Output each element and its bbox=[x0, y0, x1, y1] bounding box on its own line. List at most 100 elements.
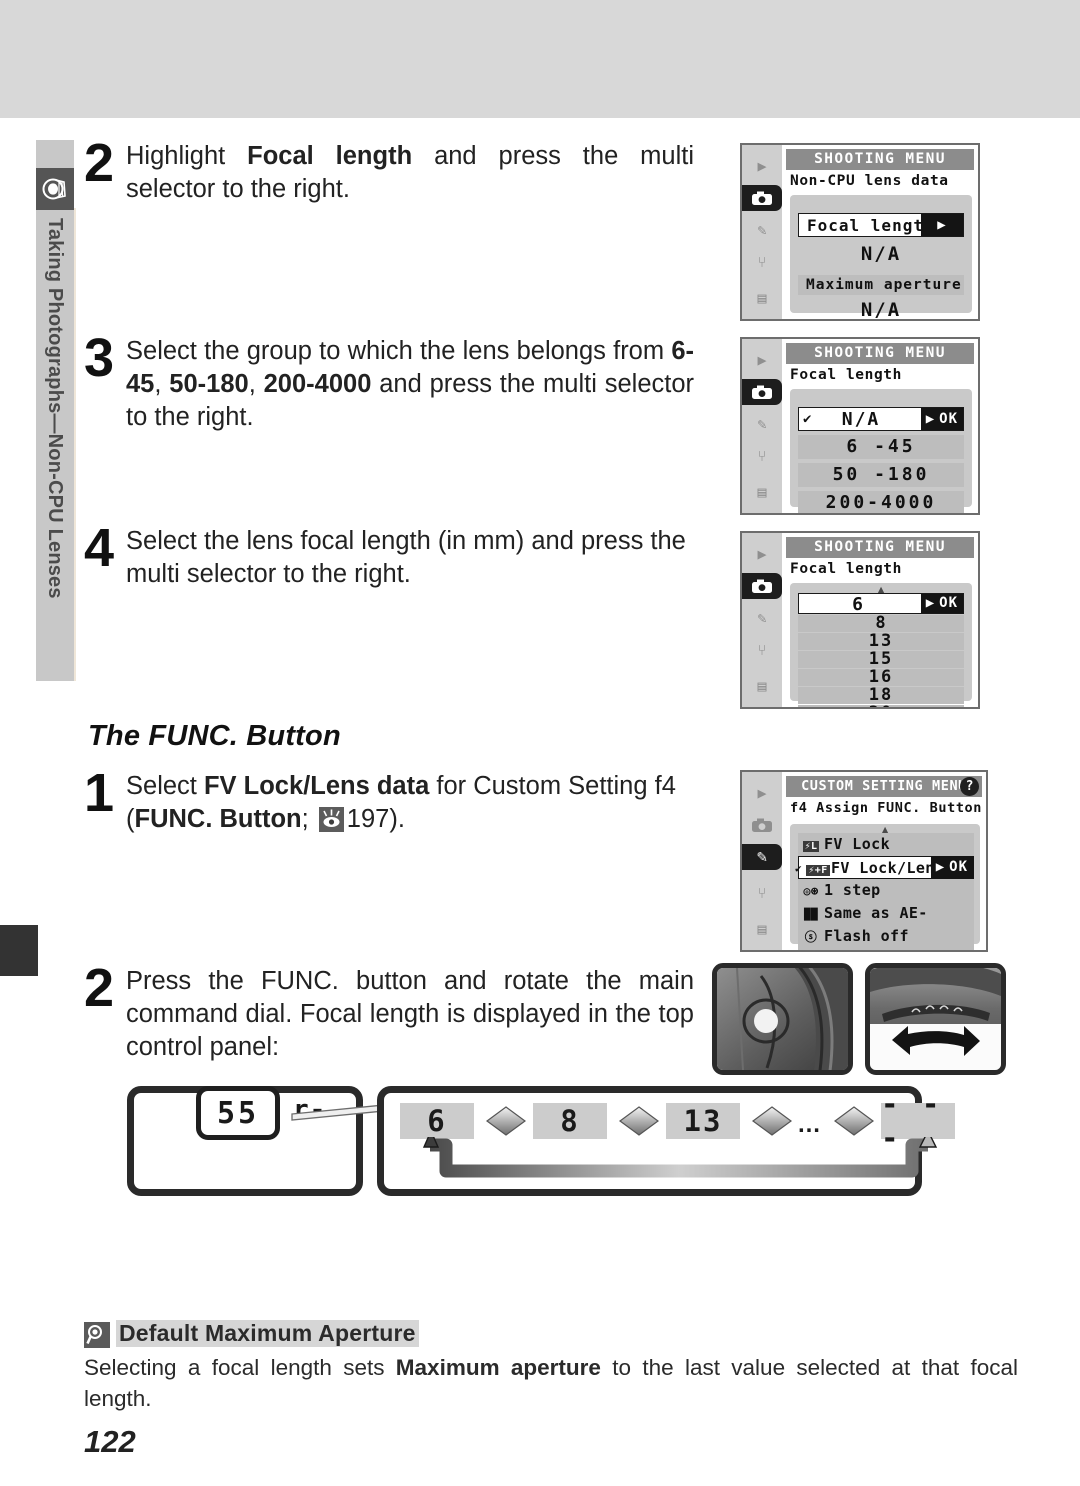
section-heading-func-button: The FUNC. Button bbox=[88, 720, 341, 752]
flash-lock-plus-f-icon-text: +F bbox=[814, 865, 828, 876]
csm-item-bracketing-burst[interactable]: BKTBracketing burst bbox=[798, 948, 974, 952]
note-part-1: Selecting a focal length sets bbox=[84, 1355, 396, 1380]
camera-icon[interactable] bbox=[742, 573, 782, 599]
lcd-2-row-group-1[interactable]: 6 -45 bbox=[798, 435, 964, 459]
pencil-icon[interactable]: ✎ bbox=[748, 605, 776, 631]
lcd-1-subtitle: Non-CPU lens data bbox=[790, 173, 949, 189]
note-bold-1: Maximum aperture bbox=[395, 1355, 601, 1380]
lcd-3-body: ▶ ✎ ⑂ ▤ SHOOTING MENU Focal length ▲ 6 ▶… bbox=[742, 533, 978, 707]
shutter-aperture-icon: ◎⊛ bbox=[803, 884, 819, 898]
lcd-1-panel: Focal length ▶ N/A Maximum aperture N/A bbox=[790, 195, 972, 319]
camera-icon[interactable] bbox=[742, 185, 782, 211]
csm-item-fv-lock-lens-data[interactable]: ✔ ⚡+FFV Lock/Lens data ▶OK bbox=[795, 856, 974, 902]
lcd-3-row-value-15[interactable]: 15 bbox=[798, 651, 964, 668]
pencil-icon[interactable]: ✎ bbox=[748, 217, 776, 243]
list-icon[interactable]: ▤ bbox=[748, 285, 776, 311]
lcd-4-rail: ▶ ✎ ⑂ ▤ bbox=[742, 772, 782, 950]
help-icon[interactable]: ? bbox=[960, 777, 979, 796]
lcd-2-right-arrow-icon: ▶ bbox=[925, 411, 936, 427]
lcd-2-ok-button[interactable]: ▶ OK bbox=[920, 408, 963, 430]
func-step-1-bold-1: FV Lock/Lens data bbox=[203, 772, 430, 800]
chapter-tab-hairline bbox=[74, 208, 76, 681]
lcd-1-screen: SHOOTING MENU Non-CPU lens data Focal le… bbox=[782, 145, 978, 319]
lcd-3-row-value-16[interactable]: 16 bbox=[798, 669, 964, 686]
func-step-1: 1 Select FV Lock/Lens data for Custom Se… bbox=[84, 766, 704, 836]
lcd-1-max-aperture-value: N/A bbox=[860, 299, 902, 321]
lcd-2-body: ▶ ✎ ⑂ ▤ SHOOTING MENU Focal length ✔ N/A… bbox=[742, 339, 978, 513]
lcd-2-check-icon: ✔ bbox=[803, 411, 813, 427]
csm-item-flash-off[interactable]: ⓢ Flash off bbox=[798, 925, 974, 948]
step-3-sep-1: , bbox=[154, 370, 170, 399]
lcd-3-row-value-18-label: 18 bbox=[868, 685, 894, 705]
flash-lock-icon-text: L bbox=[811, 841, 818, 852]
step-3-group-2: 50-180 bbox=[169, 370, 249, 399]
func-button-photo bbox=[712, 963, 853, 1075]
lcd-3-panel: ▲ 6 ▶OK 8 13 15 16 18 20 ▼ bbox=[790, 583, 972, 707]
camera-icon[interactable] bbox=[742, 379, 782, 405]
step-2-bold: Focal length bbox=[247, 142, 413, 170]
note-body: Selecting a focal length sets Maximum ap… bbox=[84, 1352, 1018, 1414]
lcd-3-row-value-8[interactable]: 8 bbox=[798, 615, 964, 632]
playback-icon[interactable]: ▶ bbox=[748, 153, 776, 179]
playback-icon[interactable]: ▶ bbox=[748, 541, 776, 567]
lcd-1-right-arrow-icon[interactable]: ▶ bbox=[921, 214, 963, 236]
lcd-focal-length-values: ▶ ✎ ⑂ ▤ SHOOTING MENU Focal length ▲ 6 ▶… bbox=[740, 531, 980, 709]
lcd-1-rail: ▶ ✎ ⑂ ▤ bbox=[742, 145, 782, 319]
lcd-2-row-na[interactable]: ✔ N/A ▶ OK bbox=[798, 407, 964, 431]
list-icon[interactable]: ▤ bbox=[748, 916, 776, 942]
lcd-3-row-value-6[interactable]: 6 ▶ OK bbox=[798, 593, 964, 615]
page-edge-marker bbox=[0, 925, 38, 976]
camera-icon[interactable] bbox=[748, 812, 776, 838]
pencil-icon[interactable]: ✎ bbox=[742, 844, 782, 870]
flash-off-icon: ⓢ bbox=[804, 930, 818, 944]
wrench-icon[interactable]: ⑂ bbox=[748, 249, 776, 275]
lcd-2-row-group-3-label: 200-4000 bbox=[825, 492, 937, 513]
csm-item-same-as-ael[interactable]: ██Same as AE-L/AF-L bbox=[798, 902, 974, 946]
list-icon[interactable]: ▤ bbox=[748, 673, 776, 699]
lcd-3-ok-label: OK bbox=[939, 595, 958, 611]
wrench-icon[interactable]: ⑂ bbox=[748, 443, 776, 469]
lcd-3-subtitle: Focal length bbox=[790, 561, 902, 577]
pencil-icon[interactable]: ✎ bbox=[748, 411, 776, 437]
step-2-lead: Highlight bbox=[126, 142, 248, 170]
lcd-1-title: SHOOTING MENU bbox=[786, 149, 974, 170]
main-command-dial-photo bbox=[865, 963, 1006, 1075]
lcd-4-screen: CUSTOM SETTING MENU ? f4 Assign FUNC. Bu… bbox=[782, 772, 986, 950]
step-4-number: 4 bbox=[84, 518, 115, 578]
playback-icon[interactable]: ▶ bbox=[748, 780, 776, 806]
lcd-3-row-value-18[interactable]: 18 bbox=[798, 687, 964, 704]
lcd-4-ok-button[interactable]: ▶ OK bbox=[930, 856, 973, 879]
wrench-icon[interactable]: ⑂ bbox=[748, 637, 776, 663]
lcd-2-rail: ▶ ✎ ⑂ ▤ bbox=[742, 339, 782, 513]
csm-item-fv-lock[interactable]: ⚡L FV Lock bbox=[798, 833, 974, 856]
lcd-3-row-value-20[interactable]: 20 bbox=[798, 705, 964, 707]
sequence-value-3: 13 bbox=[666, 1103, 740, 1139]
lcd-3-row-value-13[interactable]: 13 bbox=[798, 633, 964, 650]
csm-item-one-step[interactable]: ◎⊛1 step spd/aperture bbox=[798, 879, 974, 923]
func-step-1-bold-2: FUNC. Button bbox=[134, 805, 302, 834]
lcd-1-row-focal-length[interactable]: Focal length ▶ bbox=[798, 213, 964, 237]
wrench-icon[interactable]: ⑂ bbox=[748, 880, 776, 906]
lcd-4-title: CUSTOM SETTING MENU bbox=[786, 776, 982, 797]
note-title: Default Maximum Aperture bbox=[116, 1320, 419, 1347]
bracketing-icon: BKT bbox=[798, 950, 824, 952]
func-step-2: 2 Press the FUNC. button and rotate the … bbox=[84, 961, 694, 1064]
lcd-2-row-group-2[interactable]: 50 -180 bbox=[798, 463, 964, 487]
page-top-band bbox=[0, 0, 1080, 118]
top-control-panel-value: 55 bbox=[196, 1086, 280, 1140]
lcd-2-row-group-3[interactable]: 200-4000 bbox=[798, 491, 964, 513]
lcd-2-row-group-2-label: 50 -180 bbox=[832, 464, 930, 485]
lcd-3-row-value-8-label: 8 bbox=[875, 613, 887, 633]
step-3-group-3: 200-4000 bbox=[263, 370, 372, 399]
list-icon[interactable]: ▤ bbox=[748, 479, 776, 505]
step-4: 4 Select the lens focal length (in mm) a… bbox=[84, 521, 694, 591]
playback-icon[interactable]: ▶ bbox=[748, 347, 776, 373]
step-3-sep-2: , bbox=[248, 370, 264, 399]
lcd-1-body: ▶ ✎ ⑂ ▤ SHOOTING MENU Non-CPU lens data … bbox=[742, 145, 978, 319]
sequence-value-2: 8 bbox=[533, 1103, 607, 1139]
lcd-1-row-max-aperture[interactable]: Maximum aperture bbox=[798, 275, 964, 295]
focal-length-sequence-box: 6 8 13 … - - - bbox=[377, 1086, 955, 1196]
step-2: 2 Highlight Focal length and press the m… bbox=[84, 136, 694, 206]
lcd-3-ok-button[interactable]: ▶ OK bbox=[920, 594, 963, 613]
step-3-part-1: Select the group to which the lens belon… bbox=[126, 337, 672, 365]
